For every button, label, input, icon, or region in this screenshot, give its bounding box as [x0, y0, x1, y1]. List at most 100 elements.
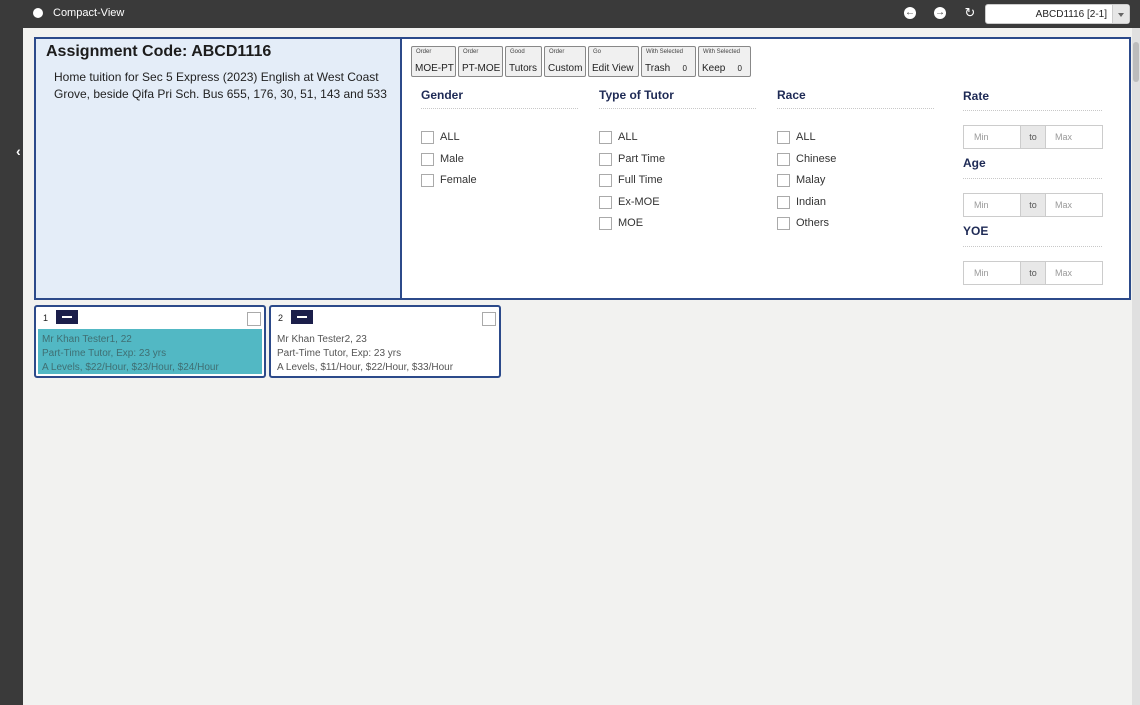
- range-separator: to: [1020, 194, 1046, 216]
- view-mode-label: Compact-View: [53, 7, 125, 19]
- tutor-type-experience: Part-Time Tutor, Exp: 23 yrs: [42, 348, 167, 359]
- button-label: Tutors: [509, 63, 537, 74]
- good-tutors-button[interactable]: Good Tutors: [505, 46, 542, 77]
- race-heading: Race: [777, 88, 806, 102]
- rate-range-input: Min to Max: [963, 125, 1103, 149]
- assignment-info: Assignment Code: ABCD1116 Home tuition f…: [36, 39, 402, 298]
- option-label: Full Time: [618, 174, 663, 186]
- assignment-description: Home tuition for Sec 5 Express (2023) En…: [54, 70, 387, 101]
- button-caption: Order: [416, 49, 432, 55]
- option-label: Part Time: [618, 153, 666, 165]
- order-custom-button[interactable]: Order Custom: [544, 46, 586, 77]
- previous-arrow-icon[interactable]: ←: [904, 7, 916, 19]
- button-caption: Order: [463, 49, 479, 55]
- tutor-index: 2: [278, 313, 284, 323]
- button-label: MOE-PT: [415, 63, 454, 74]
- checkbox[interactable]: [777, 217, 790, 230]
- tutor-name-age: Mr Khan Tester1, 22: [42, 334, 132, 345]
- go-edit-view-button[interactable]: Go Edit View: [588, 46, 639, 77]
- option-label: Others: [796, 217, 830, 229]
- left-sidebar-strip: ‹: [0, 28, 23, 705]
- checkbox[interactable]: [421, 153, 434, 166]
- button-caption: Go: [593, 49, 602, 55]
- assignment-select-value: ABCD1116 [2-1]: [1035, 9, 1107, 20]
- checkbox[interactable]: [599, 174, 612, 187]
- divider: [963, 110, 1102, 111]
- tutor-details: Mr Khan Tester2, 23 Part-Time Tutor, Exp…: [273, 329, 497, 374]
- filter-area: Order MOE-PT Order PT-MOE Good Tutors Or…: [402, 39, 1129, 298]
- checkbox[interactable]: [777, 174, 790, 187]
- yoe-heading: YOE: [963, 224, 989, 238]
- age-heading: Age: [963, 156, 986, 170]
- remove-minus-icon[interactable]: [56, 310, 78, 324]
- rate-max-input[interactable]: Max: [1046, 126, 1102, 148]
- option-label: Malay: [796, 174, 826, 186]
- yoe-min-input[interactable]: Min: [964, 262, 1020, 284]
- checkbox[interactable]: [777, 131, 790, 144]
- option-label: MOE: [618, 217, 644, 229]
- button-caption: Order: [549, 49, 565, 55]
- checkbox[interactable]: [777, 153, 790, 166]
- scrollbar-thumb[interactable]: [1133, 42, 1139, 82]
- button-label: Custom: [548, 63, 583, 74]
- trash-selected-button[interactable]: With Selected Trash 0: [641, 46, 696, 77]
- rate-min-input[interactable]: Min: [964, 126, 1020, 148]
- gender-heading: Gender: [421, 88, 464, 102]
- tutor-name-age: Mr Khan Tester2, 23: [277, 334, 367, 345]
- divider: [963, 246, 1102, 247]
- tutor-details: Mr Khan Tester1, 22 Part-Time Tutor, Exp…: [38, 329, 262, 374]
- order-moe-pt-button[interactable]: Order MOE-PT: [411, 46, 456, 77]
- yoe-max-input[interactable]: Max: [1046, 262, 1102, 284]
- button-label: Trash: [645, 63, 671, 74]
- option-label: Male: [440, 153, 464, 165]
- option-label: ALL: [618, 131, 638, 143]
- tutor-card[interactable]: 2 Mr Khan Tester2, 23 Part-Time Tutor, E…: [269, 305, 501, 378]
- assignment-title: Assignment Code: ABCD1116: [46, 43, 272, 60]
- age-range-input: Min to Max: [963, 193, 1103, 217]
- option-label: Ex-MOE: [618, 196, 660, 208]
- button-caption: With Selected: [703, 49, 741, 55]
- divider: [599, 108, 756, 109]
- option-label: ALL: [440, 131, 460, 143]
- option-label: Indian: [796, 196, 826, 208]
- age-min-input[interactable]: Min: [964, 194, 1020, 216]
- trash-count: 0: [682, 64, 687, 73]
- tutor-select-checkbox[interactable]: [247, 312, 261, 326]
- age-max-input[interactable]: Max: [1046, 194, 1102, 216]
- tutor-levels-rates: A Levels, $22/Hour, $23/Hour, $24/Hour: [42, 362, 219, 373]
- button-label: Edit View: [592, 63, 634, 74]
- chevron-left-icon[interactable]: ‹: [16, 143, 21, 159]
- yoe-range-input: Min to Max: [963, 261, 1103, 285]
- chevron-down-icon[interactable]: [1112, 5, 1129, 23]
- button-caption: Good: [510, 49, 525, 55]
- tutor-index: 1: [43, 313, 49, 323]
- assignment-panel: Assignment Code: ABCD1116 Home tuition f…: [34, 37, 1131, 300]
- assignment-select[interactable]: ABCD1116 [2-1]: [985, 4, 1130, 24]
- next-arrow-icon[interactable]: →: [934, 7, 946, 19]
- tutor-card[interactable]: 1 Mr Khan Tester1, 22 Part-Time Tutor, E…: [34, 305, 266, 378]
- tutor-type-heading: Type of Tutor: [599, 88, 674, 102]
- compact-view-toggle[interactable]: [33, 8, 43, 18]
- checkbox[interactable]: [599, 196, 612, 209]
- checkbox[interactable]: [421, 131, 434, 144]
- divider: [963, 178, 1102, 179]
- rate-heading: Rate: [963, 89, 990, 103]
- top-bar: Compact-View ← → ↻ ABCD1116 [2-1]: [0, 0, 1140, 28]
- range-separator: to: [1020, 126, 1046, 148]
- checkbox[interactable]: [599, 217, 612, 230]
- divider: [777, 108, 934, 109]
- option-label: Chinese: [796, 153, 837, 165]
- scrollbar[interactable]: [1132, 28, 1140, 705]
- tutor-levels-rates: A Levels, $11/Hour, $22/Hour, $33/Hour: [277, 362, 454, 373]
- keep-selected-button[interactable]: With Selected Keep 0: [698, 46, 751, 77]
- checkbox[interactable]: [777, 196, 790, 209]
- remove-minus-icon[interactable]: [291, 310, 313, 324]
- checkbox[interactable]: [599, 153, 612, 166]
- refresh-icon[interactable]: ↻: [963, 6, 977, 20]
- tutor-type-experience: Part-Time Tutor, Exp: 23 yrs: [277, 348, 402, 359]
- divider: [421, 108, 578, 109]
- tutor-select-checkbox[interactable]: [482, 312, 496, 326]
- checkbox[interactable]: [599, 131, 612, 144]
- order-pt-moe-button[interactable]: Order PT-MOE: [458, 46, 503, 77]
- checkbox[interactable]: [421, 174, 434, 187]
